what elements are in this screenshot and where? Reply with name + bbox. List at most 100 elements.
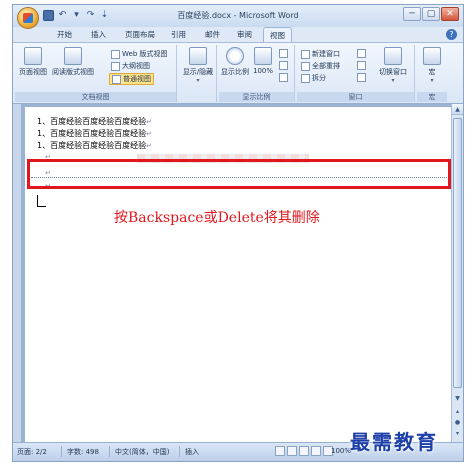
- split-icon: [301, 73, 310, 83]
- web-view-icon[interactable]: [299, 446, 309, 456]
- tab-references[interactable]: 引用: [171, 29, 186, 40]
- split-label: 拆分: [312, 74, 326, 82]
- tab-mailings[interactable]: 邮件: [205, 29, 220, 40]
- tab-page-layout[interactable]: 页面布局: [125, 29, 155, 40]
- office-button[interactable]: [17, 7, 39, 29]
- switch-windows-icon: [384, 47, 402, 65]
- two-pages-button[interactable]: [279, 61, 288, 70]
- word-count[interactable]: 字数: 498: [67, 447, 99, 457]
- switch-windows-dropdown-icon: ▾: [391, 77, 395, 84]
- magnifier-icon: [226, 47, 244, 65]
- show-hide-dropdown-icon: ▾: [196, 77, 200, 84]
- full-screen-reading-label: 阅读版式视图: [52, 68, 94, 76]
- ribbon-tabs: 开始 插入 页面布局 引用 邮件 审阅 视图 ?: [13, 27, 463, 42]
- vertical-scrollbar[interactable]: ▲ ▼ ▴ ● ▾: [451, 104, 463, 444]
- outline-button[interactable]: 大纲视图: [111, 61, 150, 71]
- help-icon[interactable]: ?: [446, 29, 457, 40]
- web-layout-button[interactable]: Web 版式视图: [111, 49, 168, 59]
- outline-label: 大纲视图: [122, 62, 150, 70]
- status-separator: [109, 446, 110, 457]
- maximize-button[interactable]: ▢: [422, 7, 440, 21]
- full-screen-reading-button[interactable]: 阅读版式视图: [51, 47, 95, 77]
- doc-line-text: 1、百度经验百度经验百度经验: [37, 141, 147, 150]
- reset-position-icon: [357, 73, 366, 82]
- view-shortcuts: [275, 446, 333, 456]
- page-width-button[interactable]: [279, 73, 288, 82]
- group-zoom: 显示比例 100% 显示比例: [219, 45, 295, 102]
- scroll-down-icon[interactable]: ▼: [452, 394, 463, 404]
- scroll-thumb[interactable]: [453, 118, 462, 388]
- show-hide-button[interactable]: 显示/隐藏 ▾: [181, 47, 215, 84]
- scroll-up-icon[interactable]: ▲: [452, 104, 463, 115]
- show-hide-icon: [189, 47, 207, 65]
- group-macros: 宏 ▾ 宏: [417, 45, 447, 102]
- document-page[interactable]: 1、百度经验百度经验百度经验↵ 1、百度经验百度经验百度经验↵ 1、百度经验百度…: [25, 107, 453, 444]
- minimize-button[interactable]: ─: [403, 7, 421, 21]
- page-count[interactable]: 页面: 2/2: [17, 447, 47, 457]
- outline-icon: [111, 61, 120, 71]
- doc-line[interactable]: 1、百度经验百度经验百度经验↵: [37, 128, 152, 139]
- previous-page-icon[interactable]: ▴: [452, 407, 463, 417]
- sync-scroll-icon: [357, 61, 366, 70]
- group-label-macros: 宏: [417, 92, 447, 102]
- print-layout-view-icon[interactable]: [275, 446, 285, 456]
- print-layout-label: 页面视图: [19, 68, 47, 76]
- split-button[interactable]: 拆分: [301, 73, 326, 83]
- reset-position-button[interactable]: [357, 73, 366, 82]
- sync-scroll-button[interactable]: [357, 61, 366, 70]
- tab-review[interactable]: 审阅: [237, 29, 252, 40]
- side-by-side-icon: [357, 49, 366, 58]
- switch-windows-button[interactable]: 切换窗口 ▾: [373, 47, 413, 84]
- paragraph-mark-icon: ↵: [146, 130, 152, 138]
- two-pages-icon: [279, 61, 288, 70]
- group-show-hide: 显示/隐藏 ▾: [179, 45, 217, 102]
- new-window-label: 新建窗口: [312, 50, 340, 58]
- group-label-window: 窗口: [297, 92, 414, 102]
- one-page-icon: [279, 49, 288, 58]
- close-button[interactable]: ✕: [441, 7, 459, 21]
- draft-button[interactable]: 普通视图: [109, 73, 154, 85]
- switch-windows-label: 切换窗口: [379, 68, 407, 76]
- window-controls: ─ ▢ ✕: [403, 7, 459, 21]
- doc-line[interactable]: 1、百度经验百度经验百度经验↵: [37, 116, 152, 127]
- arrange-all-button[interactable]: 全部重排: [301, 61, 340, 71]
- browse-object-icon[interactable]: ●: [452, 418, 463, 428]
- doc-line-text: 1、百度经验百度经验百度经验: [37, 117, 147, 126]
- group-window: 新建窗口 全部重排 拆分 切换窗口 ▾ 窗口: [297, 45, 415, 102]
- one-page-button[interactable]: [279, 49, 288, 58]
- tab-home[interactable]: 开始: [57, 29, 72, 40]
- print-layout-button[interactable]: 页面视图: [19, 47, 47, 77]
- arrange-all-icon: [301, 61, 310, 71]
- web-layout-label: Web 版式视图: [122, 50, 168, 58]
- zoom-level[interactable]: 100%: [331, 447, 351, 455]
- macros-button[interactable]: 宏 ▾: [419, 47, 445, 84]
- group-label-zoom: 显示比例: [219, 92, 294, 102]
- next-page-icon[interactable]: ▾: [452, 429, 463, 439]
- new-window-button[interactable]: 新建窗口: [301, 49, 340, 59]
- text-cursor: [35, 195, 47, 207]
- doc-line-text: 1、百度经验百度经验百度经验: [37, 129, 147, 138]
- new-window-icon: [301, 49, 310, 59]
- word-window: ↶ ▾ ↷ ⇣ 百度经验.docx - Microsoft Word ─ ▢ ✕…: [12, 4, 464, 462]
- tab-insert[interactable]: 插入: [91, 29, 106, 40]
- web-layout-icon: [111, 49, 120, 59]
- window-title: 百度经验.docx - Microsoft Word: [177, 11, 299, 20]
- zoom-button[interactable]: 显示比例: [221, 47, 249, 77]
- group-label-document-views: 文档视图: [15, 92, 176, 102]
- draft-label: 普通视图: [123, 75, 151, 83]
- watermark-logo: 最需教育: [350, 430, 438, 454]
- tab-view[interactable]: 视图: [263, 27, 292, 42]
- zoom-button-label: 显示比例: [221, 68, 249, 76]
- show-hide-label: 显示/隐藏: [182, 68, 214, 76]
- reading-view-icon[interactable]: [287, 446, 297, 456]
- arrange-all-label: 全部重排: [312, 62, 340, 70]
- insert-mode[interactable]: 插入: [185, 447, 199, 457]
- language-indicator[interactable]: 中文(简体，中国): [115, 447, 169, 457]
- highlight-box: [27, 159, 451, 189]
- zoom-100-button[interactable]: 100%: [251, 47, 275, 75]
- status-separator: [61, 446, 62, 457]
- doc-line[interactable]: 1、百度经验百度经验百度经验↵: [37, 140, 152, 151]
- view-side-by-side-button[interactable]: [357, 49, 366, 58]
- outline-view-icon[interactable]: [311, 446, 321, 456]
- print-layout-icon: [24, 47, 42, 65]
